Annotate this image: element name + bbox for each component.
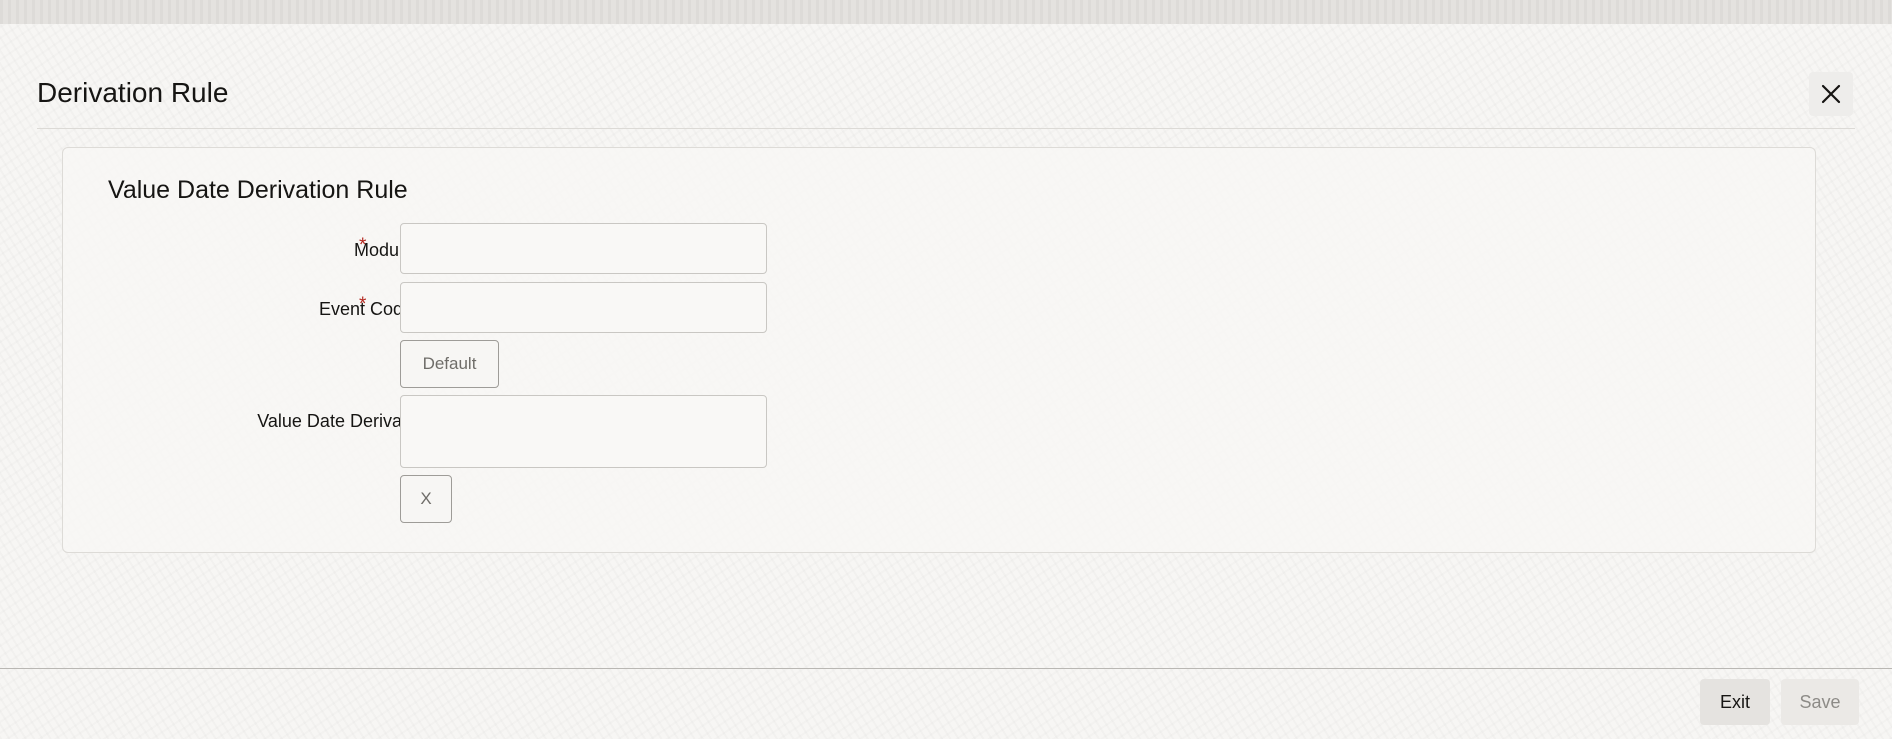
module-required-mark: *: [359, 235, 367, 256]
close-icon: [1821, 84, 1841, 104]
event-code-input[interactable]: [400, 282, 767, 333]
footer-divider: [0, 668, 1892, 669]
save-button[interactable]: Save: [1781, 679, 1859, 725]
title-divider: [37, 128, 1855, 129]
exit-button[interactable]: Exit: [1700, 679, 1770, 725]
event-code-required-mark: *: [359, 294, 367, 315]
value-date-derivation-panel: Value Date Derivation Rule Module * Even…: [62, 147, 1816, 553]
event-code-label: Event Code: [318, 299, 413, 319]
clear-button[interactable]: X: [400, 475, 452, 523]
close-button[interactable]: [1809, 72, 1853, 116]
value-date-derivation-label: Value Date Derivation: [257, 411, 431, 431]
default-button[interactable]: Default: [400, 340, 499, 388]
module-input[interactable]: [400, 223, 767, 274]
dialog-title: Derivation Rule: [37, 77, 229, 108]
section-title: Value Date Derivation Rule: [108, 176, 408, 204]
top-header-strip: [0, 0, 1892, 24]
module-label: Module: [353, 240, 413, 260]
value-date-derivation-textarea[interactable]: [400, 395, 767, 468]
